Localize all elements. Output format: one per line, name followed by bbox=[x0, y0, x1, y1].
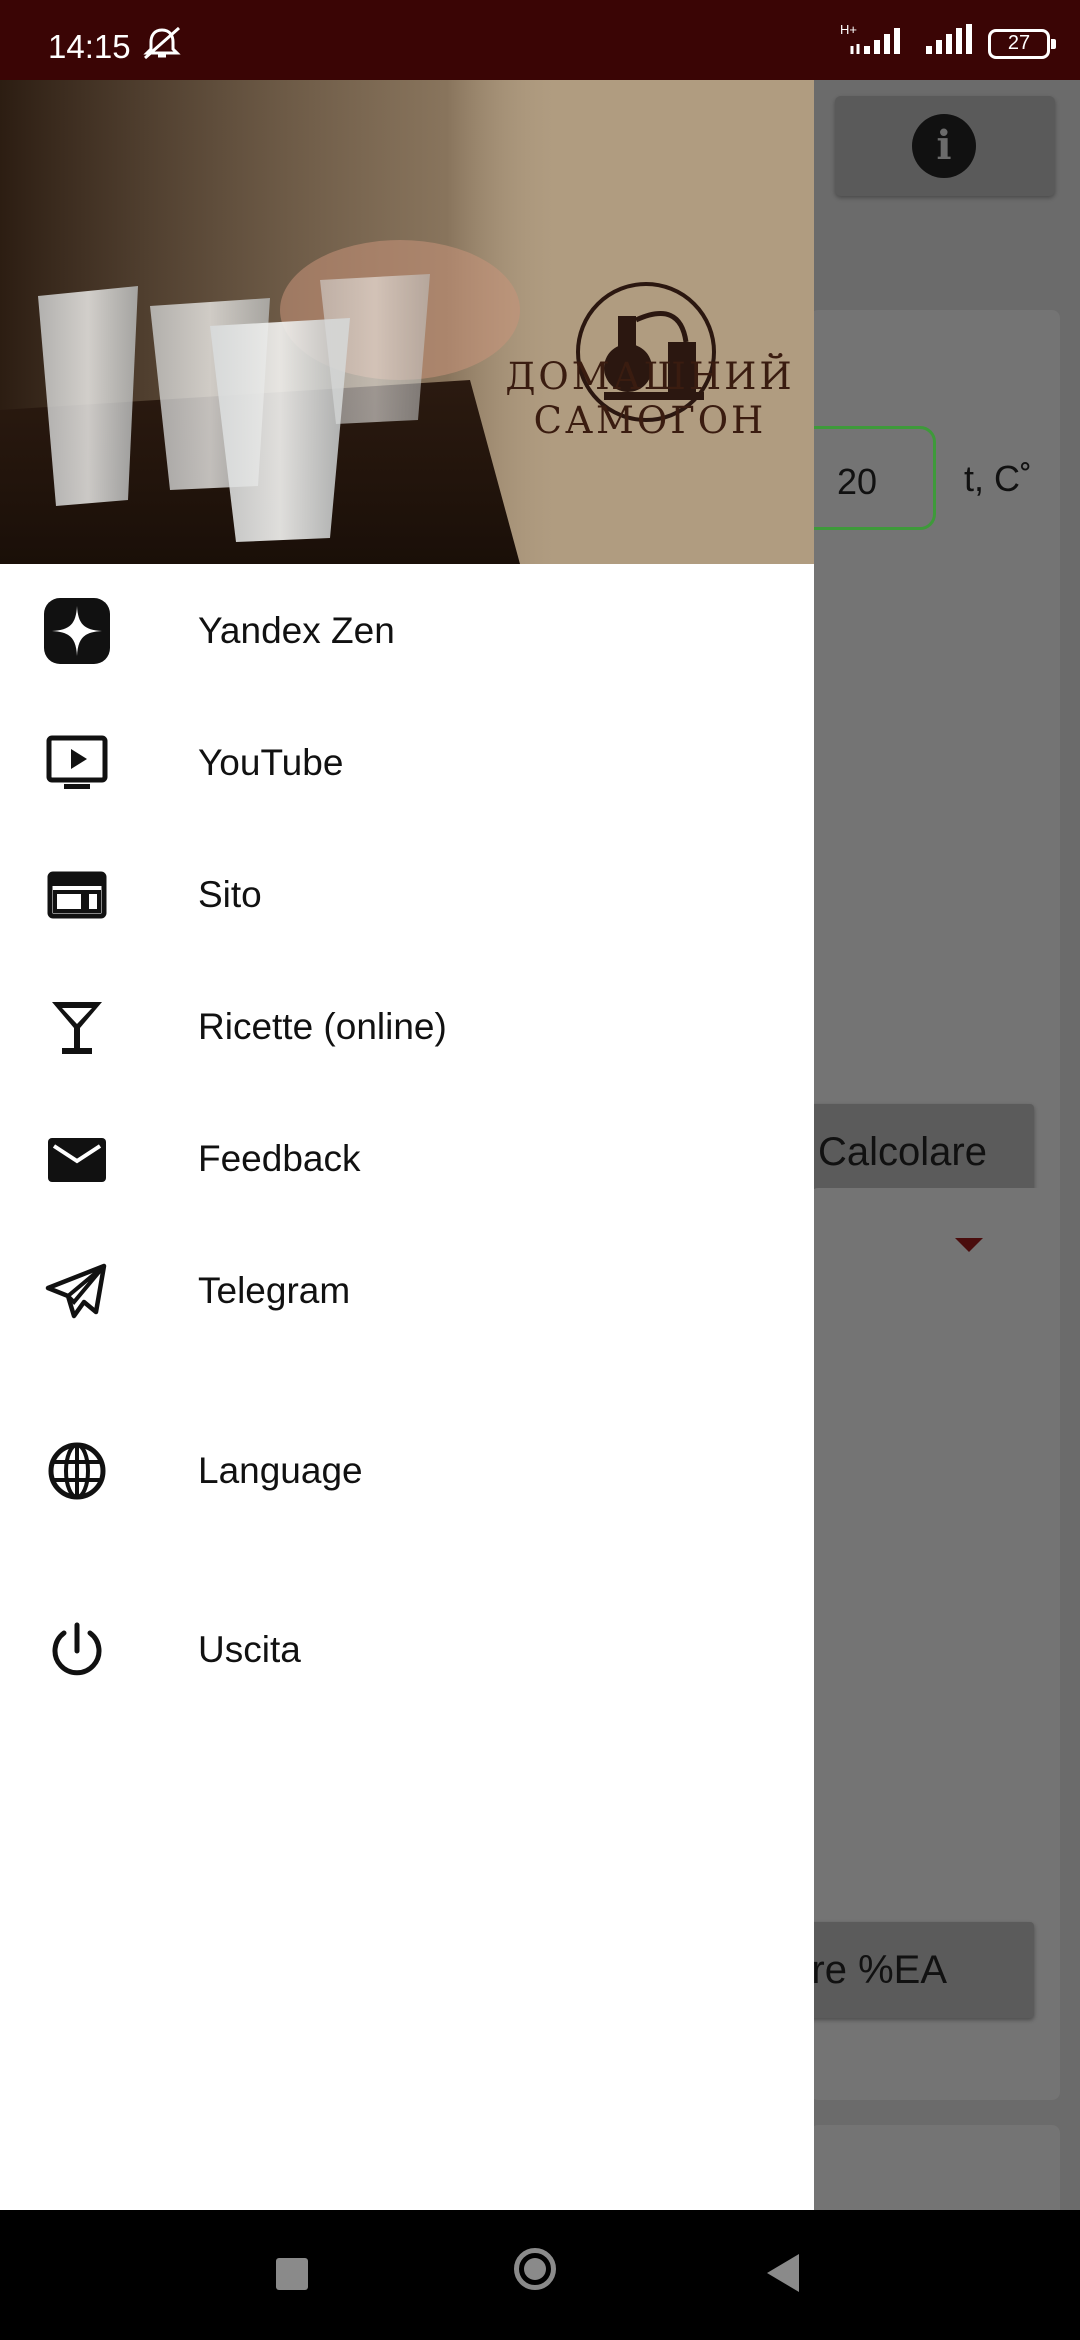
menu-item-feedback[interactable]: Feedback bbox=[0, 1092, 814, 1224]
back-button[interactable] bbox=[767, 2254, 799, 2292]
menu-item-sito[interactable]: Sito bbox=[0, 828, 814, 960]
menu-item-telegram[interactable]: Telegram bbox=[0, 1224, 814, 1356]
cocktail-glass-icon bbox=[44, 994, 110, 1060]
menu-item-uscita[interactable]: Uscita bbox=[0, 1583, 814, 1715]
youtube-icon bbox=[44, 730, 110, 796]
status-bar: 14:15 H+ 27 bbox=[0, 0, 1080, 80]
telegram-icon bbox=[44, 1258, 110, 1324]
menu-label: Uscita bbox=[198, 1629, 301, 1670]
menu-label: Telegram bbox=[198, 1270, 351, 1311]
yandex-zen-icon bbox=[44, 598, 110, 664]
power-icon bbox=[44, 1617, 110, 1683]
globe-icon bbox=[44, 1438, 110, 1504]
menu-label: YouTube bbox=[198, 742, 344, 783]
header-image bbox=[0, 80, 814, 564]
menu-item-ricette[interactable]: Ricette (online) bbox=[0, 960, 814, 1092]
menu-item-language[interactable]: Language bbox=[0, 1404, 814, 1536]
menu-item-youtube[interactable]: YouTube bbox=[0, 696, 814, 828]
menu-label: Language bbox=[198, 1450, 363, 1491]
info-icon: i bbox=[912, 114, 976, 178]
temperature-unit-label: t, C˚ bbox=[964, 458, 1032, 499]
clock: 14:15 bbox=[48, 28, 131, 65]
menu-label: Feedback bbox=[198, 1138, 361, 1179]
ea-card: Calcolare %EA bbox=[800, 1188, 1060, 2100]
mute-icon bbox=[140, 26, 184, 65]
calculate-ea-button[interactable]: Calcolare %EA bbox=[800, 1922, 1034, 2018]
recents-button[interactable] bbox=[276, 2258, 308, 2290]
mail-icon bbox=[44, 1126, 110, 1192]
temperature-card: 20 t, C˚ Calcolare bbox=[780, 310, 1060, 1240]
signal-icon-2 bbox=[924, 24, 974, 63]
calculate-button[interactable]: Calcolare bbox=[800, 1104, 1034, 1200]
signal-icon: H+ bbox=[840, 22, 910, 63]
website-icon bbox=[44, 862, 110, 928]
menu-label: Ricette (online) bbox=[198, 1006, 447, 1047]
menu-label: Yandex Zen bbox=[198, 610, 395, 651]
brand-logo-text: ДОМАШНИЙ САМОГОН bbox=[505, 355, 795, 442]
home-button[interactable] bbox=[514, 2248, 556, 2290]
drawer-header: ДОМАШНИЙ САМОГОН bbox=[0, 80, 814, 564]
menu-item-yandex-zen[interactable]: Yandex Zen bbox=[0, 564, 814, 696]
system-nav-bar bbox=[0, 2210, 1080, 2340]
battery-indicator: 27 bbox=[988, 28, 1056, 59]
menu-label: Sito bbox=[198, 874, 262, 915]
dropdown-arrow-icon[interactable] bbox=[955, 1238, 983, 1252]
navigation-drawer: ДОМАШНИЙ САМОГОН Yandex Zen YouTube Sito… bbox=[0, 80, 814, 2210]
info-button[interactable]: i bbox=[835, 96, 1055, 196]
